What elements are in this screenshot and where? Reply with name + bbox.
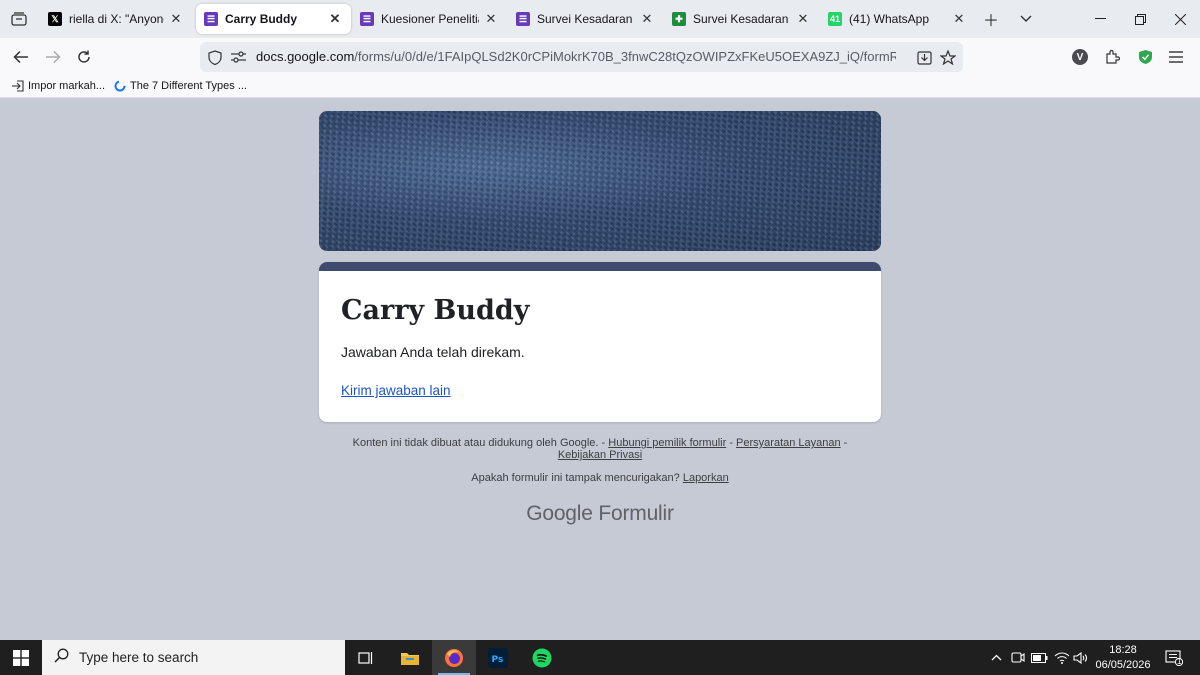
search-placeholder: Type here to search	[79, 650, 199, 665]
x-logo-icon: 𝕏	[48, 12, 62, 26]
taskbar-clock[interactable]: 18:28 06/05/2026	[1088, 643, 1158, 673]
bookmark-label: The 7 Different Types ...	[130, 79, 247, 92]
url-text[interactable]: docs.google.com/forms/u/0/d/e/1FAIpQLSd2…	[256, 49, 896, 64]
taskbar-search-box[interactable]: Type here to search	[42, 640, 345, 675]
reload-icon[interactable]	[72, 45, 96, 69]
chevron-down-icon[interactable]	[1016, 9, 1036, 29]
profile-avatar[interactable]: V	[1069, 46, 1091, 68]
close-icon[interactable]: ✕	[639, 11, 655, 27]
permissions-icon[interactable]	[230, 49, 246, 65]
separator: -	[726, 437, 737, 449]
tab-x[interactable]: 𝕏 riella di X: "Anyone b ✕	[40, 4, 192, 34]
bookmark-star-icon[interactable]	[940, 49, 956, 65]
google-forms-icon: ☰	[516, 12, 530, 26]
form-header-image	[319, 111, 881, 251]
close-icon[interactable]: ✕	[951, 11, 967, 27]
separator: -	[840, 437, 848, 449]
disclaimer-text: Konten ini tidak dibuat atau didukung ol…	[352, 437, 609, 449]
tab-list-icon[interactable]	[8, 8, 30, 30]
confirmation-message: Jawaban Anda telah direkam.	[341, 344, 525, 360]
report-link[interactable]: Laporkan	[683, 472, 729, 484]
wifi-icon[interactable]	[1053, 640, 1071, 675]
close-icon[interactable]: ✕	[327, 11, 343, 27]
firefox-icon[interactable]	[432, 640, 476, 675]
google-forms-icon: ☰	[360, 12, 374, 26]
avatar-letter: V	[1072, 49, 1088, 65]
card-accent-bar	[319, 262, 881, 271]
bookmarks-bar: Impor markah... The 7 Different Types ..…	[0, 76, 1200, 98]
file-explorer-icon[interactable]	[388, 640, 432, 675]
tab-kuesioner[interactable]: ☰ Kuesioner Penelitian fe ✕	[352, 4, 507, 34]
tab-survei-forms[interactable]: ☰ Survei Kesadaran dan I ✕	[508, 4, 663, 34]
submit-another-link[interactable]: Kirim jawaban lain	[341, 383, 451, 398]
battery-icon[interactable]	[1030, 640, 1048, 675]
restore-icon[interactable]	[1120, 5, 1160, 33]
tab-survei-sheets[interactable]: ✚ Survei Kesadaran dan I ✕	[664, 4, 819, 34]
tab-strip: 𝕏 riella di X: "Anyone b ✕ ☰ Carry Buddy…	[0, 0, 1200, 38]
contact-owner-link[interactable]: Hubungi pemilik formulir	[608, 437, 726, 449]
photoshop-icon[interactable]: Ps	[476, 640, 520, 675]
spotify-icon[interactable]	[520, 640, 564, 675]
form-title: Carry Buddy	[341, 295, 530, 326]
forward-icon[interactable]	[41, 45, 65, 69]
search-icon	[54, 648, 69, 668]
menu-icon[interactable]	[1165, 46, 1187, 68]
privacy-link[interactable]: Kebijakan Privasi	[558, 449, 642, 461]
window-close-icon[interactable]	[1160, 5, 1200, 33]
logo-forms: Formulir	[598, 502, 674, 525]
bookmark-label: Impor markah...	[28, 79, 106, 92]
close-icon[interactable]: ✕	[483, 11, 499, 27]
adblock-shield-icon[interactable]	[1134, 46, 1156, 68]
tab-label: Carry Buddy	[225, 12, 298, 26]
bookmark-7-types[interactable]: The 7 Different Types ...	[113, 79, 247, 92]
task-view-icon[interactable]	[344, 640, 388, 675]
bookmark-import[interactable]: Impor markah...	[11, 79, 105, 92]
terms-link[interactable]: Persyaratan Layanan	[736, 437, 841, 449]
footer-disclaimer: Konten ini tidak dibuat atau didukung ol…	[330, 437, 870, 461]
clock-date: 06/05/2026	[1095, 659, 1151, 671]
back-icon[interactable]	[9, 45, 33, 69]
tab-whatsapp[interactable]: 41 (41) WhatsApp ✕	[820, 4, 975, 34]
google-sheets-icon: ✚	[672, 12, 686, 26]
url-host: docs.google.com	[256, 49, 355, 64]
google-forms-icon: ☰	[204, 12, 218, 26]
notification-count: 1	[1177, 657, 1182, 666]
close-icon[interactable]: ✕	[168, 11, 184, 27]
whatsapp-icon: 41	[828, 12, 842, 26]
logo-google: Google	[526, 502, 593, 525]
windows-taskbar: Type here to search Ps 18:28 06/05/2026 …	[0, 640, 1200, 675]
notification-center-icon[interactable]: 1	[1160, 640, 1188, 675]
report-line: Apakah formulir ini tampak mencurigakan?…	[330, 472, 870, 484]
new-tab-icon[interactable]: ＋	[981, 9, 1001, 30]
spinner-icon	[113, 79, 126, 92]
shield-icon[interactable]	[207, 49, 223, 65]
tab-label: (41) WhatsApp	[849, 12, 930, 26]
url-bar[interactable]: docs.google.com/forms/u/0/d/e/1FAIpQLSd2…	[200, 42, 963, 72]
import-icon	[11, 79, 24, 92]
nav-toolbar: docs.google.com/forms/u/0/d/e/1FAIpQLSd2…	[0, 38, 1200, 76]
meet-now-icon[interactable]	[1010, 640, 1026, 675]
svg-text:Ps: Ps	[492, 655, 504, 665]
report-text: Apakah formulir ini tampak mencurigakan?	[471, 472, 683, 484]
tab-label: Survei Kesadaran dan I	[693, 12, 791, 26]
tab-label: riella di X: "Anyone b	[69, 12, 164, 26]
tab-label: Kuesioner Penelitian fe	[381, 12, 479, 26]
confirmation-card: Carry Buddy Jawaban Anda telah direkam. …	[319, 262, 881, 422]
clock-time: 18:28	[1109, 644, 1137, 656]
save-to-device-icon[interactable]	[916, 49, 932, 65]
windows-start-icon[interactable]	[0, 640, 42, 675]
close-icon[interactable]: ✕	[795, 11, 811, 27]
url-path: /forms/u/0/d/e/1FAIpQLSd2K0rCPiMokrK70B_…	[354, 49, 896, 64]
extensions-icon[interactable]	[1101, 46, 1123, 68]
tray-chevron-up-icon[interactable]	[988, 640, 1004, 675]
volume-icon[interactable]	[1072, 640, 1088, 675]
google-forms-logo[interactable]: Google Formulir	[400, 502, 800, 526]
tab-carry-buddy[interactable]: ☰ Carry Buddy ✕	[196, 4, 351, 34]
tab-label: Survei Kesadaran dan I	[537, 12, 635, 26]
minimize-icon[interactable]	[1080, 5, 1120, 33]
